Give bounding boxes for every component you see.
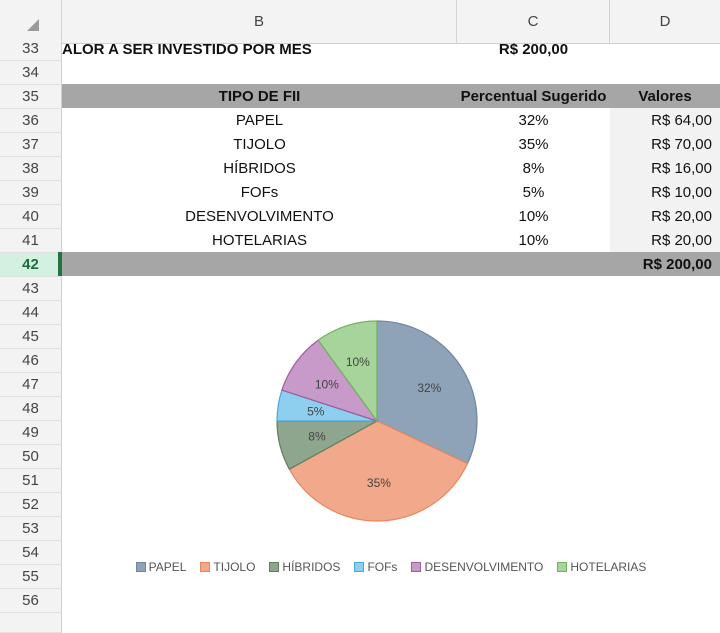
pie-data-label: 5% (307, 404, 325, 418)
table-cell-tipo[interactable]: HÍBRIDOS (62, 156, 457, 180)
investment-value-cell[interactable]: R$ 200,00 (457, 37, 610, 61)
select-all-triangle-icon (27, 19, 39, 31)
legend-item[interactable]: DESENVOLVIMENTO (411, 558, 543, 576)
table-cell-percentual[interactable]: 35% (457, 132, 610, 156)
table-cell-tipo[interactable]: FOFs (62, 180, 457, 204)
legend-label: HÍBRIDOS (282, 560, 341, 574)
chart-legend: PAPEL TIJOLO HÍBRIDOS FOFs DESENVOLVIMENTO HO… (62, 558, 720, 576)
table-cell-percentual[interactable]: 5% (457, 180, 610, 204)
legend-item[interactable]: FOFs (354, 558, 397, 576)
table-cell-valor[interactable]: R$ 16,00 (610, 156, 720, 180)
table-cell-valor[interactable]: R$ 10,00 (610, 180, 720, 204)
row-header[interactable]: 42 (0, 253, 62, 277)
legend-swatch (135, 562, 146, 572)
row-header[interactable]: 39 (0, 181, 62, 205)
row-header[interactable]: 52 (0, 493, 62, 517)
legend-swatch (200, 562, 211, 572)
row-header[interactable]: 54 (0, 541, 62, 565)
pie-data-label: 8% (308, 429, 326, 443)
table-cell-valor[interactable]: R$ 20,00 (610, 204, 720, 228)
pie-data-label: 35% (367, 476, 391, 490)
legend-label: TIJOLO (213, 560, 256, 574)
pie-data-label: 10% (346, 355, 370, 369)
row-header[interactable]: 37 (0, 133, 62, 157)
pie-slice-hotelarias[interactable] (317, 320, 378, 423)
row-header[interactable]: 45 (0, 325, 62, 349)
row-header-partial (0, 613, 62, 633)
legend-swatch (269, 562, 280, 572)
pie-slice-tijolo[interactable] (288, 420, 469, 522)
table-cell-percentual[interactable]: 10% (457, 204, 610, 228)
legend-label: PAPEL (148, 560, 187, 574)
row-header[interactable]: 33 (0, 37, 62, 61)
row-header[interactable]: 34 (0, 61, 62, 85)
legend-label: HOTELARIAS (570, 560, 647, 574)
legend-item[interactable]: HÍBRIDOS (269, 558, 340, 576)
pie-slice-fofs[interactable] (276, 389, 378, 422)
pie-data-label: 32% (417, 381, 441, 395)
row-header[interactable]: 48 (0, 397, 62, 421)
table-cell-valor[interactable]: R$ 70,00 (610, 132, 720, 156)
row-header[interactable]: 35 (0, 85, 62, 109)
legend-swatch (411, 562, 422, 572)
table-cell-tipo[interactable]: DESENVOLVIMENTO (62, 204, 457, 228)
row-header[interactable]: 36 (0, 109, 62, 133)
table-cell-tipo[interactable]: HOTELARIAS (62, 228, 457, 252)
legend-swatch (557, 562, 568, 572)
table-cell-percentual[interactable]: 10% (457, 228, 610, 252)
header-valores[interactable]: Valores (610, 84, 720, 108)
table-cell-tipo[interactable]: PAPEL (62, 108, 457, 132)
table-cell-valor[interactable]: R$ 20,00 (610, 228, 720, 252)
legend-swatch (354, 562, 365, 572)
table-cell-percentual[interactable]: 32% (457, 108, 610, 132)
legend-item[interactable]: PAPEL (135, 558, 187, 576)
pie-slice-desenvolvimento[interactable] (281, 339, 379, 423)
table-cell-percentual[interactable]: 8% (457, 156, 610, 180)
legend-item[interactable]: TIJOLO (200, 558, 255, 576)
row-header[interactable]: 44 (0, 301, 62, 325)
row-header[interactable]: 49 (0, 421, 62, 445)
row-header[interactable]: 51 (0, 469, 62, 493)
table-cell-valor[interactable]: R$ 64,00 (610, 108, 720, 132)
pie-slice-papel[interactable] (376, 320, 478, 465)
legend-label: FOFs (367, 560, 398, 574)
pie-slice-híbridos[interactable] (276, 420, 378, 470)
row-header[interactable]: 40 (0, 205, 62, 229)
pie-data-label: 10% (315, 378, 339, 392)
row-header[interactable]: 41 (0, 229, 62, 253)
legend-item[interactable]: HOTELARIAS (557, 558, 646, 576)
active-row-indicator (58, 252, 62, 276)
row-header[interactable]: 56 (0, 589, 62, 613)
row-header[interactable]: 53 (0, 517, 62, 541)
legend-label: DESENVOLVIMENTO (424, 560, 544, 574)
total-value-cell[interactable]: R$ 200,00 (610, 252, 720, 276)
header-percentual[interactable]: Percentual Sugerido (457, 84, 610, 108)
row-header[interactable]: 50 (0, 445, 62, 469)
row-header[interactable]: 43 (0, 277, 62, 301)
row-header[interactable]: 46 (0, 349, 62, 373)
investment-label-cell[interactable]: ALOR A SER INVESTIDO POR MES (62, 37, 457, 61)
row-header[interactable]: 38 (0, 157, 62, 181)
row-header[interactable]: 47 (0, 373, 62, 397)
table-cell-tipo[interactable]: TIJOLO (62, 132, 457, 156)
header-tipo[interactable]: TIPO DE FII (62, 84, 457, 108)
column-header-d[interactable]: D (610, 0, 720, 44)
row-header[interactable]: 55 (0, 565, 62, 589)
